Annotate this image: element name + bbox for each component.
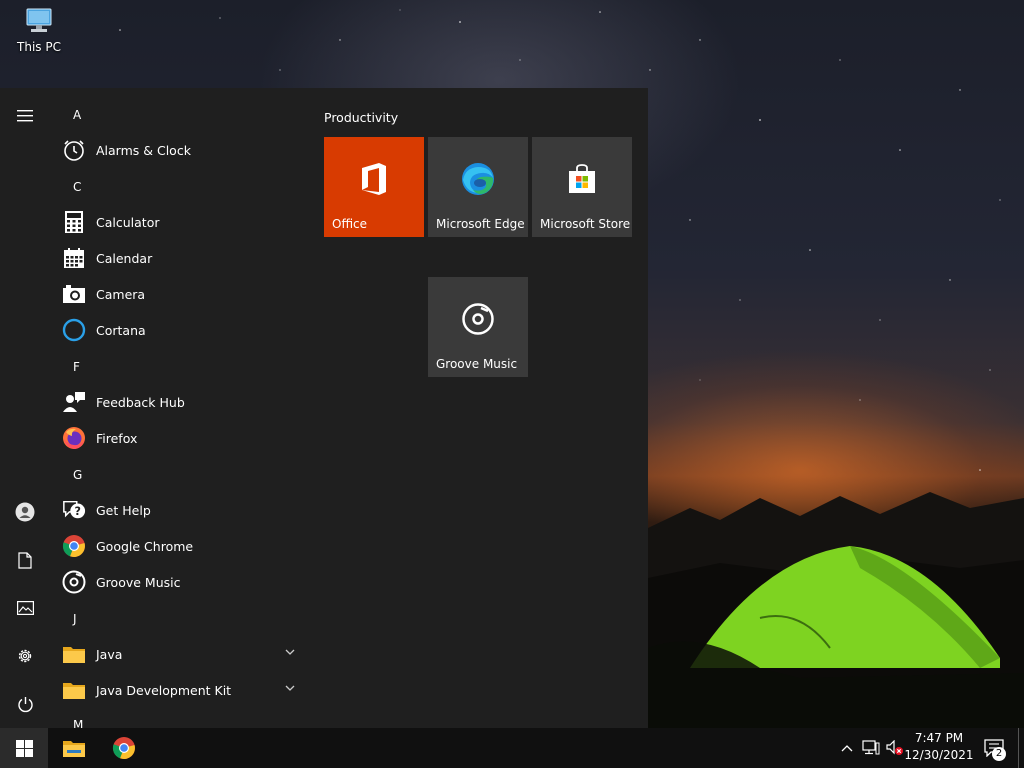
app-item-calculator[interactable]: Calculator <box>62 204 306 240</box>
network-icon <box>862 740 880 755</box>
calendar-icon <box>64 248 84 268</box>
power-button[interactable] <box>0 684 50 724</box>
clock-time: 7:47 PM <box>914 731 964 745</box>
camera-icon <box>63 285 85 303</box>
notification-count-badge: 2 <box>992 747 1006 761</box>
desktop-icon-this-pc[interactable]: This PC <box>10 6 68 64</box>
app-label: Firefox <box>96 430 138 446</box>
group-header-j[interactable]: J <box>73 612 77 626</box>
app-item-firefox[interactable]: Firefox <box>62 420 306 456</box>
app-label: Cortana <box>96 322 146 338</box>
documents-icon <box>18 551 32 569</box>
app-label: Java Development Kit <box>96 682 232 698</box>
tile-label: Groove Music <box>436 357 518 371</box>
tile-label: Office <box>332 217 368 231</box>
group-header-c[interactable]: C <box>73 180 81 194</box>
get-help-icon: ? <box>63 500 86 519</box>
app-item-camera[interactable]: Camera <box>62 276 306 312</box>
chevron-down-icon[interactable] <box>284 646 296 658</box>
start-button[interactable] <box>0 728 48 768</box>
start-menu: A Alarms & Clock C Calculator Calendar C… <box>0 88 648 728</box>
folder-icon <box>63 683 85 699</box>
taskbar: 7:47 PM 12/30/2021 2 <box>0 728 1024 768</box>
tile-microsoft-store[interactable]: Microsoft Store <box>532 137 632 237</box>
file-explorer-icon <box>63 741 85 757</box>
tile-microsoft-edge[interactable]: Microsoft Edge <box>428 137 528 237</box>
tiles-area: Productivity Office Microsoft Edge Micro… <box>324 88 644 728</box>
expand-menu-button[interactable] <box>0 96 50 136</box>
alarm-clock-icon <box>64 140 84 161</box>
tile-groove-music[interactable]: Groove Music <box>428 277 528 377</box>
group-header-m[interactable]: M <box>73 718 83 728</box>
group-header-a[interactable]: A <box>73 108 81 122</box>
user-account-button[interactable] <box>0 492 50 532</box>
show-hidden-icons-button[interactable] <box>838 740 856 756</box>
cortana-icon <box>62 318 86 342</box>
app-item-java-development-kit[interactable]: Java Development Kit <box>62 672 306 708</box>
app-label: Google Chrome <box>96 538 194 554</box>
office-icon <box>362 163 386 195</box>
app-label: Calculator <box>96 214 160 230</box>
app-list: A Alarms & Clock C Calculator Calendar C… <box>50 88 310 728</box>
action-center-button[interactable]: 2 <box>980 734 1008 762</box>
user-account-icon <box>15 502 35 522</box>
groove-music-icon <box>462 303 494 335</box>
group-header-f[interactable]: F <box>73 360 80 374</box>
chevron-up-icon <box>841 745 853 752</box>
computer-icon <box>26 8 52 32</box>
firefox-icon <box>63 427 85 449</box>
app-label: Groove Music <box>96 574 181 590</box>
svg-text:?: ? <box>74 505 80 518</box>
app-item-google-chrome[interactable]: Google Chrome <box>62 528 306 564</box>
app-label: Feedback Hub <box>96 394 185 410</box>
tile-label: Microsoft Store <box>540 217 631 231</box>
app-label: Java <box>96 646 123 662</box>
app-item-calendar[interactable]: Calendar <box>62 240 306 276</box>
app-label: Camera <box>96 286 146 302</box>
network-button[interactable] <box>862 740 880 756</box>
app-item-java[interactable]: Java <box>62 636 306 672</box>
app-item-alarms-clock[interactable]: Alarms & Clock <box>62 132 306 168</box>
pictures-button[interactable] <box>0 588 50 628</box>
store-icon <box>569 164 595 193</box>
feedback-hub-icon <box>63 392 85 412</box>
taskbar-clock[interactable]: 7:47 PM 12/30/2021 <box>904 730 974 766</box>
tile-label: Microsoft Edge <box>436 217 525 231</box>
volume-button[interactable] <box>886 740 904 756</box>
app-label: Calendar <box>96 250 153 266</box>
pictures-icon <box>16 601 34 615</box>
desktop-icon-label: This PC <box>17 40 61 54</box>
tile-group-title[interactable]: Productivity <box>324 110 398 125</box>
chrome-icon <box>62 535 85 558</box>
start-menu-rail <box>0 88 50 728</box>
volume-muted-icon <box>886 740 903 755</box>
clock-date: 12/30/2021 <box>904 748 974 762</box>
folder-icon <box>63 647 85 663</box>
tile-office[interactable]: Office <box>324 137 424 237</box>
show-desktop-button[interactable] <box>1018 728 1024 768</box>
taskbar-chrome[interactable] <box>100 728 148 768</box>
settings-button[interactable] <box>0 636 50 676</box>
app-item-cortana[interactable]: Cortana <box>62 312 306 348</box>
app-item-feedback-hub[interactable]: Feedback Hub <box>62 384 306 420</box>
edge-icon <box>462 163 494 195</box>
app-item-groove-music[interactable]: Groove Music <box>62 564 306 600</box>
app-label: Get Help <box>96 502 151 518</box>
calculator-icon <box>65 211 83 233</box>
hamburger-menu-icon <box>17 110 33 122</box>
app-label: Alarms & Clock <box>96 142 191 158</box>
chevron-down-icon[interactable] <box>284 682 296 694</box>
groove-music-icon <box>62 570 86 594</box>
taskbar-file-explorer[interactable] <box>50 728 98 768</box>
app-item-get-help[interactable]: ? Get Help <box>62 492 306 528</box>
chrome-icon <box>112 737 135 760</box>
settings-gear-icon <box>18 649 32 663</box>
group-header-g[interactable]: G <box>73 468 82 482</box>
power-icon <box>17 696 33 712</box>
documents-button[interactable] <box>0 540 50 580</box>
windows-start-icon <box>15 739 33 757</box>
